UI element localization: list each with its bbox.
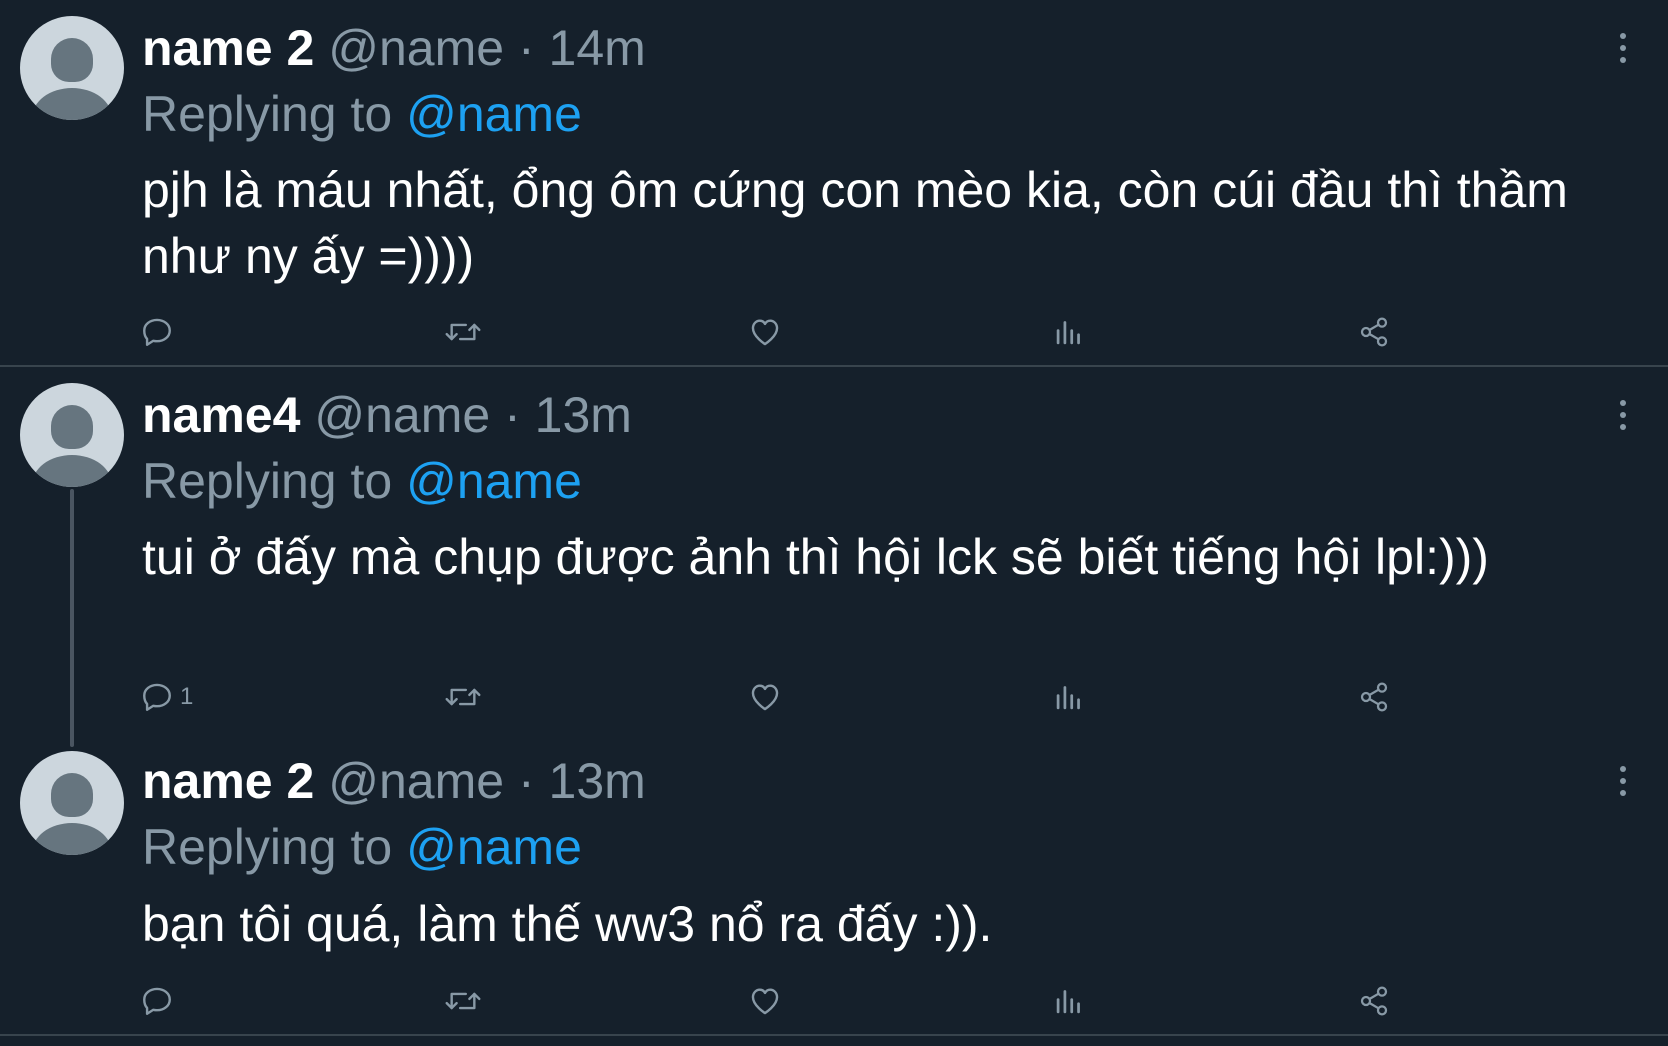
avatar[interactable] — [20, 751, 124, 855]
replying-to: Replying to @name — [142, 451, 582, 511]
share-button[interactable] — [1358, 981, 1390, 1021]
tweet-header: name4 @name · 13m — [142, 385, 632, 445]
retweet-icon — [445, 992, 481, 1010]
username[interactable]: @name — [328, 20, 504, 76]
timestamp[interactable]: 13m — [535, 387, 632, 443]
tweet-text: bạn tôi quá, làm thế ww3 nổ ra đấy :)). — [142, 896, 993, 952]
username[interactable]: @name — [314, 387, 490, 443]
replying-to-label: Replying to — [142, 819, 393, 875]
tweet-actions — [0, 981, 1668, 1021]
like-button[interactable] — [748, 981, 782, 1021]
display-name[interactable]: name 2 — [142, 20, 314, 76]
more-vertical-icon[interactable] — [1618, 766, 1628, 798]
tweet-actions: 1 — [0, 677, 1668, 717]
separator-dot: · — [517, 20, 535, 76]
replying-to: Replying to @name — [142, 817, 582, 877]
heart-icon — [751, 684, 779, 711]
reply-button[interactable] — [140, 312, 180, 352]
like-button[interactable] — [748, 677, 782, 717]
reply-button[interactable]: 1 — [140, 677, 193, 717]
share-button[interactable] — [1358, 312, 1390, 352]
avatar[interactable] — [20, 383, 124, 487]
tweet-divider — [0, 1034, 1668, 1036]
default-avatar-icon — [51, 38, 93, 82]
replying-to-label: Replying to — [142, 453, 393, 509]
analytics-icon — [1056, 321, 1080, 345]
tweet[interactable]: name 2 @name · 14m Replying to @name pjh… — [0, 0, 1668, 366]
more-vertical-icon[interactable] — [1618, 33, 1628, 65]
reply-icon — [143, 318, 171, 346]
timestamp[interactable]: 13m — [549, 753, 646, 809]
avatar-body — [32, 88, 112, 120]
analytics-button[interactable] — [1054, 981, 1084, 1021]
retweet-button[interactable] — [444, 312, 482, 352]
analytics-icon — [1056, 686, 1080, 710]
heart-icon — [751, 319, 779, 346]
default-avatar-icon — [51, 405, 93, 449]
avatar-body — [32, 823, 112, 855]
tweet[interactable]: name4 @name · 13m Replying to @name tui … — [0, 367, 1668, 747]
tweet[interactable]: name 2 @name · 13m Replying to @name bạn… — [0, 731, 1668, 1033]
tweet-text: pjh là máu nhất, ổng ôm cứng con mèo kia… — [142, 162, 1568, 284]
avatar-body — [32, 455, 112, 487]
analytics-button[interactable] — [1054, 312, 1084, 352]
retweet-icon — [445, 323, 481, 341]
more-vertical-icon[interactable] — [1618, 400, 1628, 432]
default-avatar-icon — [51, 773, 93, 817]
analytics-button[interactable] — [1054, 677, 1084, 717]
analytics-icon — [1056, 990, 1080, 1014]
tweet-text: tui ở đấy mà chụp được ảnh thì hội lck s… — [142, 529, 1489, 585]
like-button[interactable] — [748, 312, 782, 352]
tweet-actions — [0, 312, 1668, 352]
share-icon — [1360, 317, 1388, 347]
separator-dot: · — [517, 753, 535, 809]
avatar[interactable] — [20, 16, 124, 120]
timestamp[interactable]: 14m — [549, 20, 646, 76]
reply-icon — [143, 683, 171, 711]
separator-dot: · — [504, 387, 521, 443]
replying-to: Replying to @name — [142, 84, 582, 144]
display-name[interactable]: name 2 — [142, 753, 314, 809]
tweet-header: name 2 @name · 13m — [142, 751, 646, 811]
heart-icon — [751, 988, 779, 1015]
mention-link[interactable]: @name — [406, 453, 582, 509]
reply-icon — [143, 987, 171, 1015]
reply-button[interactable] — [140, 981, 180, 1021]
display-name[interactable]: name4 — [142, 387, 300, 443]
retweet-button[interactable] — [444, 981, 482, 1021]
mention-link[interactable]: @name — [406, 819, 582, 875]
share-icon — [1360, 682, 1388, 712]
retweet-button[interactable] — [444, 677, 482, 717]
retweet-icon — [445, 688, 481, 706]
share-button[interactable] — [1358, 677, 1390, 717]
share-icon — [1360, 986, 1388, 1016]
mention-link[interactable]: @name — [406, 86, 582, 142]
tweet-header: name 2 @name · 14m — [142, 18, 646, 78]
replying-to-label: Replying to — [142, 86, 393, 142]
username[interactable]: @name — [328, 753, 504, 809]
reply-count: 1 — [180, 683, 194, 710]
